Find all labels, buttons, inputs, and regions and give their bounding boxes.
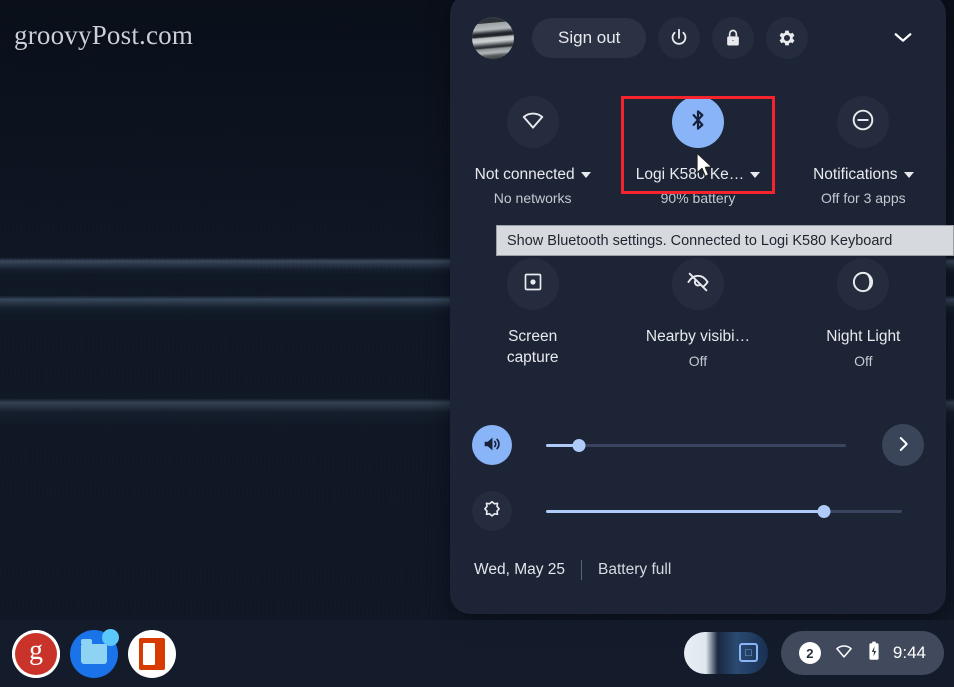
- bluetooth-tile-label: Logi K580 Ke…: [635, 166, 745, 183]
- nearby-visibility-tile-sublabel: Off: [688, 353, 708, 369]
- night-light-tile-label: Night Light: [826, 328, 901, 345]
- date-label[interactable]: Wed, May 25: [474, 561, 565, 579]
- screen-capture-tile-icon-circle[interactable]: [506, 258, 559, 310]
- tile-network[interactable]: Not connected No networks: [450, 90, 615, 206]
- nearby-visibility-off-icon: [685, 269, 711, 300]
- files-notification-dot: [102, 628, 119, 646]
- system-tray[interactable]: 2 9:44: [780, 631, 944, 675]
- night-light-tile-sublabel: Off: [854, 353, 873, 369]
- lock-button[interactable]: [712, 17, 755, 59]
- bluetooth-icon: [685, 107, 711, 138]
- chevron-down-icon: [892, 30, 914, 47]
- office-icon: [139, 637, 165, 670]
- bluetooth-tile-sublabel: 90% battery: [660, 190, 736, 206]
- screen-preview-button[interactable]: □: [684, 632, 768, 674]
- gear-icon: [776, 27, 798, 49]
- night-light-icon: [850, 269, 876, 300]
- settings-button[interactable]: [766, 17, 809, 59]
- network-tile-label: Not connected: [474, 166, 575, 183]
- quick-settings-footer: Wed, May 25 Battery full: [450, 550, 946, 590]
- audio-settings-next-button[interactable]: [882, 424, 924, 466]
- collapse-panel-button[interactable]: [882, 17, 924, 59]
- chevron-right-icon: [894, 435, 912, 456]
- do-not-disturb-icon: [850, 107, 876, 138]
- volume-slider-handle[interactable]: [572, 438, 586, 452]
- bluetooth-tooltip: Show Bluetooth settings. Connected to Lo…: [496, 225, 954, 256]
- tile-notifications[interactable]: Notifications Off for 3 apps: [781, 90, 946, 206]
- shelf-app-list: g: [12, 620, 176, 687]
- chevron-down-icon[interactable]: [750, 172, 761, 178]
- brightness-icon: [481, 499, 503, 524]
- volume-slider[interactable]: [546, 435, 846, 455]
- quick-settings-panel: Sign out Not connected No networks Logi …: [450, 0, 946, 614]
- brightness-slider-fill: [546, 509, 824, 513]
- notifications-tile-icon-circle[interactable]: [837, 96, 890, 148]
- quick-settings-header: Sign out: [450, 10, 946, 66]
- volume-slider-track: [546, 443, 846, 447]
- folder-icon: [81, 638, 107, 664]
- sign-out-button[interactable]: Sign out: [532, 18, 647, 58]
- lock-icon: [723, 27, 743, 49]
- screen-capture-icon: [521, 270, 545, 299]
- shelf-item-groovypost[interactable]: g: [12, 629, 60, 678]
- chevron-down-icon[interactable]: [903, 172, 914, 178]
- brightness-slider-row: [450, 484, 946, 538]
- shelf-item-files[interactable]: [70, 628, 119, 678]
- brightness-slider[interactable]: [546, 501, 902, 521]
- battery-charging-icon[interactable]: [867, 640, 881, 667]
- battery-status-label: Battery full: [598, 561, 672, 578]
- groovypost-icon: g: [15, 632, 57, 675]
- notifications-tile-sublabel: Off for 3 apps: [821, 190, 906, 206]
- wifi-icon[interactable]: [833, 641, 855, 666]
- quick-settings-tiles-row-2: Screen capture Nearby visibi… Off Night …: [450, 252, 946, 369]
- nearby-visibility-tile-icon-circle[interactable]: [671, 258, 724, 310]
- screen-capture-badge-icon: □: [739, 643, 758, 662]
- watermark: groovyPost.com: [14, 20, 194, 50]
- notification-count-badge[interactable]: 2: [798, 642, 821, 664]
- tile-nearby-visibility[interactable]: Nearby visibi… Off: [615, 252, 780, 369]
- network-tile-sublabel: No networks: [493, 190, 572, 206]
- network-tile-icon-circle[interactable]: [506, 96, 559, 148]
- volume-slider-row: [450, 418, 946, 472]
- night-light-tile-icon-circle[interactable]: [837, 258, 890, 310]
- network-tile-label-wrap: Not connected: [475, 166, 591, 184]
- wifi-icon: [520, 107, 546, 138]
- footer-divider: [581, 560, 583, 580]
- brightness-slider-handle[interactable]: [817, 504, 831, 518]
- chromeos-desktop: groovyPost.com Sign out Not connected No…: [0, 0, 954, 687]
- power-button[interactable]: [658, 17, 701, 59]
- brightness-button[interactable]: [472, 491, 512, 531]
- quick-settings-tiles-row-1: Not connected No networks Logi K580 Ke…: [450, 90, 946, 206]
- shelf-item-office[interactable]: [128, 629, 176, 678]
- volume-icon: [481, 433, 503, 458]
- volume-mute-button[interactable]: [472, 425, 512, 465]
- bluetooth-tile-label-wrap: Logi K580 Ke…: [636, 166, 761, 184]
- bluetooth-tile-icon-circle[interactable]: [671, 96, 724, 148]
- notifications-tile-label: Notifications: [813, 166, 898, 183]
- user-avatar[interactable]: [472, 17, 514, 59]
- power-icon: [668, 27, 690, 49]
- nearby-visibility-tile-label: Nearby visibi…: [645, 328, 751, 345]
- tile-screen-capture[interactable]: Screen capture: [450, 252, 615, 369]
- chevron-down-icon[interactable]: [580, 172, 591, 178]
- clock-label[interactable]: 9:44: [893, 643, 926, 663]
- screen-capture-tile-label: Screen capture: [506, 328, 559, 366]
- tile-bluetooth[interactable]: Logi K580 Ke… 90% battery: [615, 90, 780, 206]
- notifications-tile-label-wrap: Notifications: [813, 166, 914, 184]
- shelf: g □ 2 9:44: [0, 620, 954, 687]
- tile-night-light[interactable]: Night Light Off: [781, 252, 946, 369]
